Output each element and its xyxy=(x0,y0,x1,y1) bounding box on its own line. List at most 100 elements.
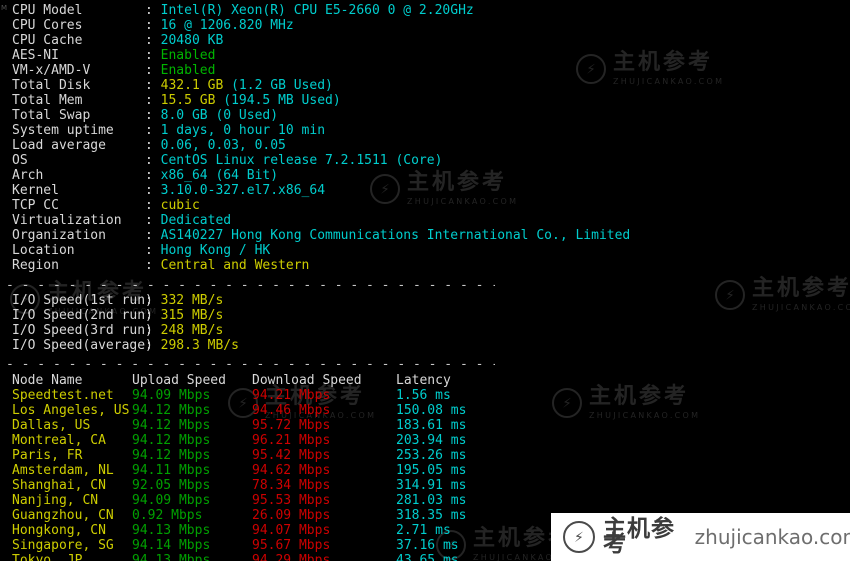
info-label: Organization xyxy=(12,228,106,243)
info-row: Arch: x86_64 (64 Bit) xyxy=(12,168,278,183)
info-value: Dedicated xyxy=(160,213,232,228)
info-row: Virtualization: Dedicated xyxy=(12,213,231,228)
io-speed-label: I/O Speed(2nd run) xyxy=(12,308,153,323)
cell-node-name: Speedtest.net xyxy=(12,388,114,403)
io-speed-row: I/O Speed(average): 298.3 MB/s xyxy=(12,338,239,353)
cell-latency: 314.91 ms xyxy=(396,478,467,493)
header-upload-speed: Upload Speed xyxy=(132,373,226,388)
info-value: CentOS Linux release 7.2.1511 (Core) xyxy=(160,153,443,168)
badge-domain-text: zhujicankao.com xyxy=(694,524,850,549)
info-value: Central and Western xyxy=(160,258,310,273)
cell-node-name: Montreal, CA xyxy=(12,433,106,448)
info-row: Location: Hong Kong / HK xyxy=(12,243,270,258)
cell-download-speed: 94.46 Mbps xyxy=(252,403,331,418)
info-colon: : xyxy=(145,3,161,18)
cell-download-speed: 94.62 Mbps xyxy=(252,463,331,478)
info-row: Region: Central and Western xyxy=(12,258,309,273)
separator-line-bottom: - - - - - - - - - - - - - - - - - - - - … xyxy=(6,357,495,372)
info-row: AES-NI: Enabled xyxy=(12,48,215,63)
cell-node-name: Los Angeles, US xyxy=(12,403,130,418)
cell-latency: 150.08 ms xyxy=(396,403,467,418)
cell-download-speed: 94.29 Mbps xyxy=(252,553,331,561)
info-row: Total Mem: 15.5 GB (194.5 MB Used) xyxy=(12,93,341,108)
info-colon: : xyxy=(145,198,161,213)
cell-download-speed: 96.21 Mbps xyxy=(252,433,331,448)
corner-artifact: M xyxy=(1,4,8,12)
info-label: Total Mem xyxy=(12,93,83,108)
info-label: AES-NI xyxy=(12,48,59,63)
cell-node-name: Tokyo, JP xyxy=(12,553,83,561)
info-row: TCP CC: cubic xyxy=(12,198,200,213)
cell-node-name: Shanghai, CN xyxy=(12,478,106,493)
io-speed-label: I/O Speed(1st run) xyxy=(12,293,153,308)
info-label: Arch xyxy=(12,168,44,183)
info-label: System uptime xyxy=(12,123,114,138)
header-node-name: Node Name xyxy=(12,373,83,388)
io-speed-row: I/O Speed(2nd run): 315 MB/s xyxy=(12,308,223,323)
cell-download-speed: 95.72 Mbps xyxy=(252,418,331,433)
io-speed-label: I/O Speed(average) xyxy=(12,338,153,353)
info-row: OS: CentOS Linux release 7.2.1511 (Core) xyxy=(12,153,442,168)
info-row: Total Swap: 8.0 GB (0 Used) xyxy=(12,108,278,123)
cell-upload-speed: 94.14 Mbps xyxy=(132,538,211,553)
info-label: CPU Cores xyxy=(12,18,83,33)
cell-latency: 281.03 ms xyxy=(396,493,467,508)
brand-badge: 主机参考 zhujicankao.com xyxy=(551,513,850,561)
info-row: Kernel: 3.10.0-327.el7.x86_64 xyxy=(12,183,325,198)
info-value: 16 @ 1206.820 MHz xyxy=(160,18,294,33)
info-value: x86_64 (64 Bit) xyxy=(160,168,279,183)
cell-upload-speed: 94.12 Mbps xyxy=(132,448,211,463)
cell-upload-speed: 94.12 Mbps xyxy=(132,433,211,448)
info-label: Load average xyxy=(12,138,106,153)
separator-line-top: - - - - - - - - - - - - - - - - - - - - … xyxy=(6,278,495,293)
info-colon: : xyxy=(145,48,161,63)
info-colon: : xyxy=(145,108,161,123)
info-label: Virtualization xyxy=(12,213,122,228)
io-speed-colon: : xyxy=(145,323,161,338)
cell-download-speed: 95.67 Mbps xyxy=(252,538,331,553)
info-value: 15.5 GB xyxy=(160,93,216,108)
cell-upload-speed: 94.13 Mbps xyxy=(132,553,211,561)
io-speed-label: I/O Speed(3rd run) xyxy=(12,323,153,338)
info-label: TCP CC xyxy=(12,198,59,213)
info-colon: : xyxy=(145,213,161,228)
cell-node-name: Amsterdam, NL xyxy=(12,463,114,478)
cell-latency: 183.61 ms xyxy=(396,418,467,433)
cell-latency: 203.94 ms xyxy=(396,433,467,448)
info-colon: : xyxy=(145,78,161,93)
cell-download-speed: 94.07 Mbps xyxy=(252,523,331,538)
cell-latency: 37.16 ms xyxy=(396,538,459,553)
cell-latency: 1.56 ms xyxy=(396,388,451,403)
cell-download-speed: 94.21 Mbps xyxy=(252,388,331,403)
info-label: Kernel xyxy=(12,183,59,198)
cell-latency: 43.65 ms xyxy=(396,553,459,561)
cell-node-name: Nanjing, CN xyxy=(12,493,99,508)
lightning-bolt-icon xyxy=(563,521,595,553)
cell-upload-speed: 94.09 Mbps xyxy=(132,388,211,403)
cell-upload-speed: 94.11 Mbps xyxy=(132,463,211,478)
info-value: 8.0 GB (0 Used) xyxy=(160,108,279,123)
info-row: VM-x/AMD-V: Enabled xyxy=(12,63,215,78)
info-value: 432.1 GB xyxy=(160,78,224,93)
info-row: System uptime: 1 days, 0 hour 10 min xyxy=(12,123,325,138)
terminal-output: CPU Model: Intel(R) Xeon(R) CPU E5-2660 … xyxy=(0,0,850,561)
cell-node-name: Paris, FR xyxy=(12,448,83,463)
cell-download-speed: 26.09 Mbps xyxy=(252,508,331,523)
info-colon: : xyxy=(145,183,161,198)
cell-node-name: Hongkong, CN xyxy=(12,523,106,538)
info-colon: : xyxy=(145,18,161,33)
info-value: 20480 KB xyxy=(160,33,224,48)
badge-cn-text: 主机参考 xyxy=(603,516,675,557)
info-value-extra: (194.5 MB Used) xyxy=(215,93,341,108)
cell-download-speed: 95.53 Mbps xyxy=(252,493,331,508)
info-value: 1 days, 0 hour 10 min xyxy=(160,123,326,138)
cell-upload-speed: 94.13 Mbps xyxy=(132,523,211,538)
io-speed-value: 248 MB/s xyxy=(160,323,224,338)
info-label: VM-x/AMD-V xyxy=(12,63,91,78)
info-row: Load average: 0.06, 0.03, 0.05 xyxy=(12,138,286,153)
cell-latency: 253.26 ms xyxy=(396,448,467,463)
info-label: OS xyxy=(12,153,28,168)
info-row: Organization: AS140227 Hong Kong Communi… xyxy=(12,228,630,243)
info-row: CPU Model: Intel(R) Xeon(R) CPU E5-2660 … xyxy=(12,3,474,18)
info-colon: : xyxy=(145,93,161,108)
